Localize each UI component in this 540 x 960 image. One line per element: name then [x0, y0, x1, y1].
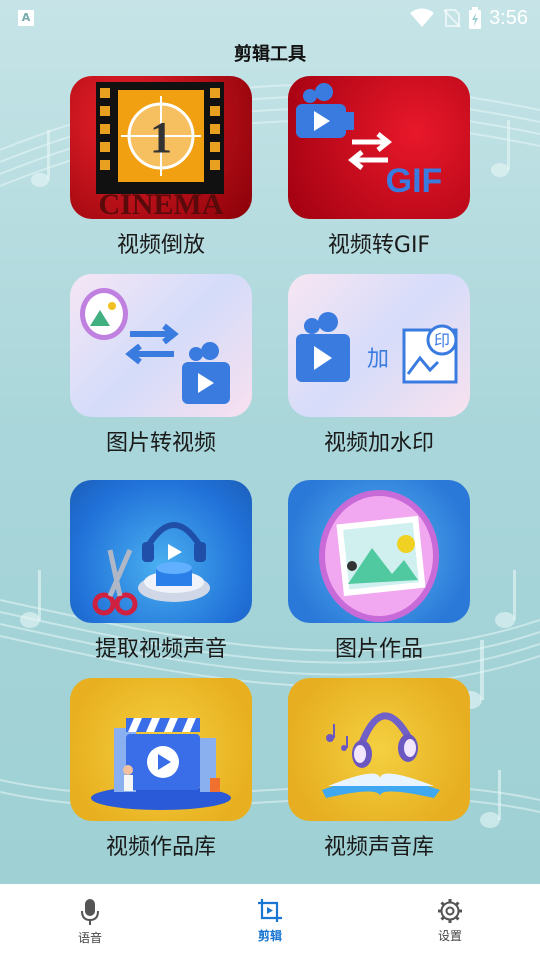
page-title: 剪辑工具 [234, 44, 306, 65]
extract-audio-icon [70, 480, 252, 623]
video-library-icon [70, 678, 252, 821]
svg-text:GIF: GIF [386, 162, 443, 200]
tool-label: 视频加水印 [323, 431, 434, 456]
tool-label: 视频作品库 [105, 835, 216, 860]
tool-video-watermark[interactable]: 加 印 视频加水印 [288, 274, 470, 457]
svg-text:1: 1 [150, 113, 172, 162]
tool-audio-library[interactable]: 视频声音库 [288, 678, 470, 861]
microphone-icon [81, 899, 99, 925]
tool-video-reverse[interactable]: 1 CINEMA 视频倒放 [70, 76, 252, 259]
video-to-gif-icon: GIF [288, 76, 470, 219]
svg-text:印: 印 [434, 331, 450, 350]
tab-label: 设置 [437, 929, 462, 943]
svg-text:加: 加 [367, 347, 389, 372]
tab-label: 剪辑 [257, 929, 282, 943]
battery-charging-icon [469, 7, 482, 29]
tool-label: 视频转GIF [327, 233, 431, 258]
gear-icon [438, 899, 462, 923]
tool-image-to-video[interactable]: 图片转视频 [70, 274, 252, 457]
tool-label: 提取视频声音 [94, 637, 227, 662]
tab-label: 语音 [77, 931, 102, 945]
image-to-video-icon [70, 274, 252, 417]
bottom-tab-bar: 语音 剪辑 设置 [0, 884, 540, 960]
cinema-reverse-icon: 1 CINEMA [70, 76, 252, 219]
video-watermark-icon: 加 印 [288, 274, 470, 417]
audio-library-icon [288, 678, 470, 821]
app-notification-icon: A [18, 10, 34, 26]
tool-label: 图片作品 [334, 637, 423, 662]
tool-label: 视频声音库 [323, 835, 434, 860]
tab-settings[interactable]: 设置 [360, 884, 540, 960]
tool-label: 图片转视频 [105, 431, 216, 456]
tab-edit[interactable]: 剪辑 [180, 884, 360, 960]
tab-voice[interactable]: 语音 [0, 884, 180, 960]
tool-video-to-gif[interactable]: GIF 视频转GIF [288, 76, 470, 259]
no-sim-icon [443, 9, 461, 28]
wifi-icon [410, 8, 435, 27]
tool-extract-audio[interactable]: 提取视频声音 [70, 480, 252, 663]
tool-video-library[interactable]: 视频作品库 [70, 678, 252, 861]
image-works-icon [288, 480, 470, 623]
tool-label: 视频倒放 [116, 233, 205, 258]
svg-text:CINEMA: CINEMA [99, 188, 224, 219]
crop-play-icon [258, 899, 282, 922]
status-bar: A 3:56 [0, 0, 540, 36]
clock: 3:56 [489, 6, 528, 29]
tool-image-works[interactable]: 图片作品 [288, 480, 470, 663]
